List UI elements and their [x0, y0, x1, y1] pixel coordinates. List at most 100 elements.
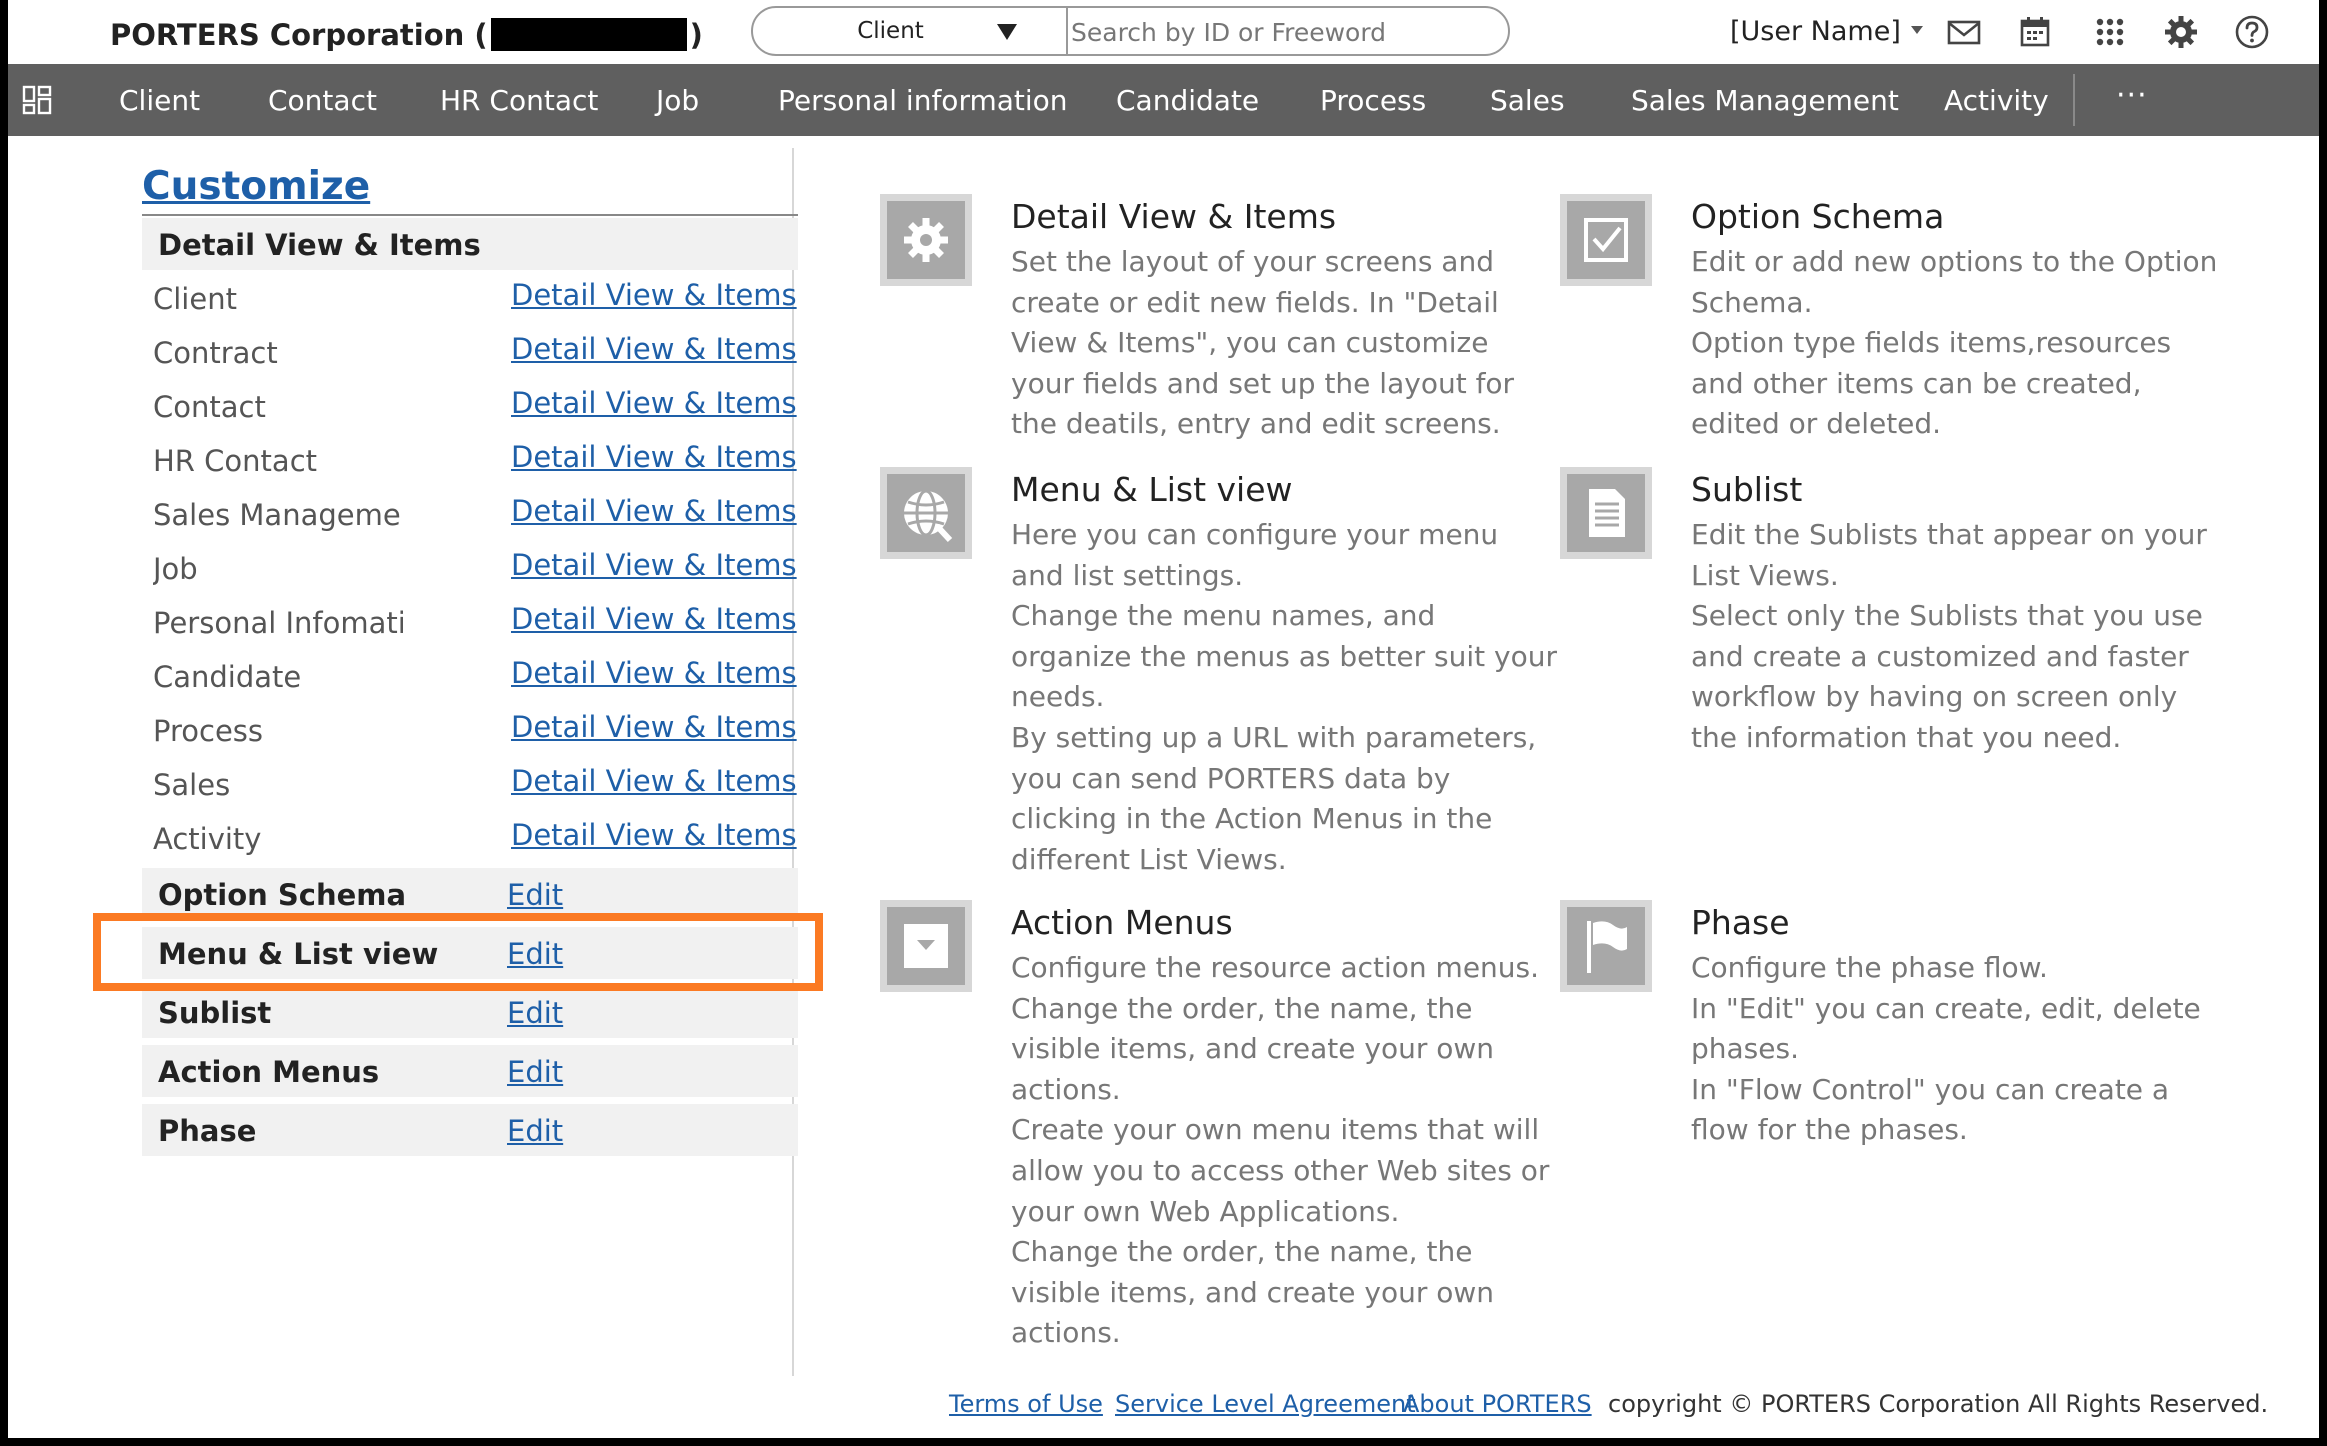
about-porters-link[interactable]: About PORTERS	[1403, 1390, 1592, 1418]
settings-gear-icon[interactable]	[2163, 14, 2199, 50]
title-rule	[142, 214, 798, 216]
detail-view-link[interactable]: Detail View & Items	[511, 332, 797, 366]
section-sublist: Sublist Edit	[142, 986, 798, 1038]
nav-job[interactable]: Job	[656, 84, 699, 117]
phase-edit-link[interactable]: Edit	[507, 1114, 563, 1148]
customize-title[interactable]: Customize	[142, 164, 370, 209]
nav-personal-information[interactable]: Personal information	[778, 84, 1068, 117]
resource-row-job: Job Detail View & Items	[142, 540, 798, 594]
checkbox-icon	[1560, 194, 1658, 292]
detail-view-link[interactable]: Detail View & Items	[511, 764, 797, 798]
gear-icon	[880, 194, 978, 292]
top-header: PORTERS Corporation () Client [User Name…	[8, 0, 2319, 64]
flag-icon	[1560, 900, 1658, 998]
terms-of-use-link[interactable]: Terms of Use	[949, 1390, 1103, 1418]
info-desc-phase: Configure the phase flow. In "Edit" you …	[1691, 951, 2201, 1147]
info-desc-menu-list-view: Here you can configure your menu and lis…	[1011, 518, 1557, 876]
caret-down-icon	[1910, 26, 1923, 34]
info-title-detail-view: Detail View & Items	[1011, 197, 1337, 236]
resource-row-hr-contact: HR Contact Detail View & Items	[142, 432, 798, 486]
detail-view-link[interactable]: Detail View & Items	[511, 818, 797, 852]
nav-candidate[interactable]: Candidate	[1116, 84, 1259, 117]
nav-more-button[interactable]: ···	[2116, 78, 2148, 113]
info-title-phase: Phase	[1691, 903, 1790, 942]
info-title-menu-list-view: Menu & List view	[1011, 470, 1293, 509]
search-input[interactable]	[1069, 11, 1493, 53]
detail-view-link[interactable]: Detail View & Items	[511, 710, 797, 744]
section-label: Detail View & Items	[158, 228, 481, 262]
nav-hr-contact[interactable]: HR Contact	[440, 84, 598, 117]
sla-link[interactable]: Service Level Agreement	[1115, 1390, 1416, 1418]
detail-view-link[interactable]: Detail View & Items	[511, 602, 797, 636]
dashboard-icon[interactable]	[22, 85, 52, 115]
detail-view-link[interactable]: Detail View & Items	[511, 656, 797, 690]
info-title-option-schema: Option Schema	[1691, 197, 1945, 236]
section-phase: Phase Edit	[142, 1104, 798, 1156]
resource-select-value: Client	[857, 18, 924, 44]
resource-label: Candidate	[153, 660, 302, 694]
main-nav: Client Contact HR Contact Job Personal i…	[8, 64, 2319, 136]
dropdown-icon	[880, 900, 978, 998]
detail-view-header: Detail View & Items	[142, 218, 798, 270]
sublist-edit-link[interactable]: Edit	[507, 996, 563, 1030]
resource-label: Contact	[153, 390, 266, 424]
nav-sales[interactable]: Sales	[1490, 84, 1565, 117]
redacted-mask	[490, 18, 687, 51]
info-desc-option-schema: Edit or add new options to the Option Sc…	[1691, 245, 2218, 441]
apps-grid-icon[interactable]	[2092, 14, 2128, 50]
search-box: Client	[751, 6, 1510, 56]
nav-client[interactable]: Client	[119, 84, 200, 117]
globe-icon	[880, 467, 978, 565]
resource-label: Client	[153, 282, 237, 316]
resource-row-contract: Contract Detail View & Items	[142, 324, 798, 378]
company-suffix: )	[689, 18, 703, 52]
nav-activity[interactable]: Activity	[1944, 84, 2049, 117]
info-desc-sublist: Edit the Sublists that appear on your Li…	[1691, 518, 2207, 754]
document-icon	[1560, 467, 1658, 565]
copyright-text: copyright © PORTERS Corporation All Righ…	[1608, 1390, 2269, 1418]
app-window: PORTERS Corporation () Client [User Name…	[8, 0, 2319, 1438]
resource-row-client: Client Detail View & Items	[142, 270, 798, 324]
detail-view-link[interactable]: Detail View & Items	[511, 494, 797, 528]
section-label: Sublist	[158, 996, 272, 1030]
resource-label: Contract	[153, 336, 278, 370]
mail-icon[interactable]	[1946, 14, 1982, 50]
footer: Terms of Use Service Level Agreement Abo…	[8, 1390, 2319, 1430]
nav-sales-management[interactable]: Sales Management	[1631, 84, 1899, 117]
help-icon[interactable]	[2234, 14, 2270, 50]
detail-view-link[interactable]: Detail View & Items	[511, 548, 797, 582]
resource-label: Process	[153, 714, 264, 748]
resource-select[interactable]: Client	[753, 8, 1068, 54]
option-schema-edit-link[interactable]: Edit	[507, 878, 563, 912]
resource-label: Activity	[153, 822, 262, 856]
detail-view-link[interactable]: Detail View & Items	[511, 440, 797, 474]
nav-process[interactable]: Process	[1320, 84, 1426, 117]
info-desc-action-menus: Configure the resource action menus. Cha…	[1011, 951, 1550, 1350]
resource-row-personal-information: Personal Infomati··· Detail View & Items	[142, 594, 798, 648]
highlight-box	[93, 913, 823, 991]
detail-view-link[interactable]: Detail View & Items	[511, 278, 797, 312]
nav-divider	[2073, 74, 2075, 126]
info-desc-detail-view: Set the layout of your screens and creat…	[1011, 245, 1515, 441]
resource-row-sales: Sales Detail View & Items	[142, 756, 798, 810]
section-label: Option Schema	[158, 878, 407, 912]
resource-label: Sales Management	[153, 498, 403, 532]
calendar-icon[interactable]	[2017, 14, 2053, 50]
company-prefix: PORTERS Corporation (	[110, 18, 488, 52]
user-name: [User Name]	[1730, 16, 1901, 47]
section-action-menus: Action Menus Edit	[142, 1045, 798, 1097]
nav-contact[interactable]: Contact	[268, 84, 377, 117]
detail-view-link[interactable]: Detail View & Items	[511, 386, 797, 420]
action-menus-edit-link[interactable]: Edit	[507, 1055, 563, 1089]
user-menu[interactable]: [User Name]	[1730, 16, 1923, 47]
resource-row-contact: Contact Detail View & Items	[142, 378, 798, 432]
chevron-down-icon	[997, 24, 1017, 40]
resource-label: Sales	[153, 768, 231, 802]
resource-row-candidate: Candidate Detail View & Items	[142, 648, 798, 702]
resource-label: HR Contact	[153, 444, 318, 478]
section-label: Action Menus	[158, 1055, 380, 1089]
company-name: PORTERS Corporation ()	[110, 18, 703, 52]
resource-row-sales-management: Sales Management Detail View & Items	[142, 486, 798, 540]
resource-label: Personal Infomati···	[153, 606, 403, 640]
resource-label: Job	[153, 552, 198, 586]
